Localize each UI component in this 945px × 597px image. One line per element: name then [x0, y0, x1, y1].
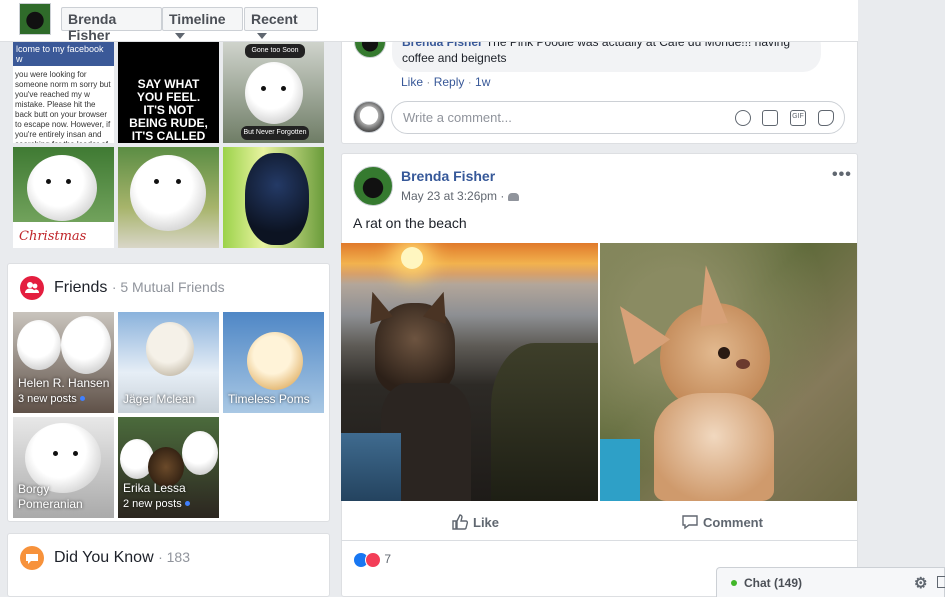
- photo-christmas-pom[interactable]: Christmas: [13, 147, 114, 248]
- pomeranian-image: [17, 320, 61, 370]
- online-status-dot: [731, 580, 737, 586]
- comment-label: Comment: [703, 515, 763, 530]
- speech-bubble-icon: [20, 546, 44, 570]
- photo-black-pom[interactable]: [223, 147, 324, 248]
- memorial-bottom-ribbon: But Never Forgotten: [241, 126, 309, 140]
- friend-tile[interactable]: Helen R. Hansen 3 new posts: [13, 312, 114, 413]
- photo-welcome[interactable]: lcome to my facebook w you were looking …: [13, 42, 114, 143]
- audience-friends-icon[interactable]: [507, 192, 519, 201]
- friend-new-posts: 3 new posts: [18, 393, 77, 405]
- friend-tile[interactable]: Timeless Poms: [223, 312, 324, 413]
- write-comment-input[interactable]: Write a comment... GIF: [391, 101, 845, 134]
- friend-name: Helen R. Hansen 3 new posts: [18, 376, 109, 407]
- photo-welcome-body: you were looking for someone norm m sorr…: [15, 70, 111, 143]
- post-text: A rat on the beach: [353, 215, 467, 231]
- friend-tile[interactable]: Jäger Mclean: [118, 312, 219, 413]
- friend-name-text: Jäger Mclean: [123, 392, 196, 406]
- gif-icon[interactable]: GIF: [790, 110, 806, 126]
- friend-name-text: Helen R. Hansen: [18, 376, 110, 390]
- chat-label: Chat (149): [744, 576, 803, 590]
- mutual-friends-count[interactable]: · 5 Mutual Friends: [112, 279, 225, 295]
- friend-tile[interactable]: Borgy Pomeranian: [13, 417, 114, 518]
- profile-sticky-header: Brenda Fisher Timeline Recent: [0, 0, 858, 43]
- profile-name-button[interactable]: Brenda Fisher: [61, 7, 162, 43]
- photo-white-pom[interactable]: [118, 147, 219, 248]
- like-label: Like: [473, 515, 500, 530]
- reaction-summary[interactable]: 7: [353, 552, 391, 568]
- post-options-icon[interactable]: •••: [832, 166, 852, 184]
- emoji-icon[interactable]: [735, 110, 751, 126]
- friend-name-text: Erika Lessa: [123, 481, 186, 495]
- chat-bar[interactable]: Chat (149) ⚙: [716, 567, 945, 597]
- pomeranian-image: [247, 332, 303, 390]
- post-author-avatar[interactable]: [353, 166, 393, 206]
- friend-tile[interactable]: Erika Lessa 2 new posts: [118, 417, 219, 518]
- profile-avatar[interactable]: [19, 3, 51, 35]
- gear-icon[interactable]: ⚙: [914, 574, 927, 592]
- comment-time[interactable]: 1w: [475, 75, 490, 89]
- photo-quote[interactable]: SAY WHAT YOU FEEL. IT'S NOT BEING RUDE, …: [118, 42, 219, 143]
- photo-welcome-bar: lcome to my facebook w: [13, 42, 114, 66]
- comment-button[interactable]: Comment: [681, 513, 763, 531]
- post-photo-beach[interactable]: [341, 243, 598, 501]
- recent-label: Recent: [251, 11, 298, 27]
- friend-name-text: Timeless Poms: [228, 392, 310, 406]
- new-posts-dot: [184, 501, 190, 507]
- comment-reply-link[interactable]: Reply: [434, 75, 465, 89]
- camera-icon[interactable]: [762, 110, 778, 126]
- post-meta: May 23 at 3:26pm ·: [401, 189, 519, 203]
- comment-icon: [682, 515, 698, 530]
- pomeranian-image: [245, 62, 303, 124]
- friend-name: Jäger Mclean: [123, 392, 195, 407]
- right-sidebar: [858, 0, 945, 597]
- friend-name: Erika Lessa 2 new posts: [123, 481, 190, 512]
- pomeranian-image: [146, 322, 194, 376]
- chevron-down-icon: [257, 33, 267, 40]
- new-window-icon[interactable]: [937, 576, 945, 588]
- post-actions: Like Comment: [341, 501, 857, 541]
- timeline-dropdown[interactable]: Timeline: [162, 7, 243, 40]
- pomeranian-image: [182, 431, 218, 475]
- did-you-know-card: Did You Know · 183: [7, 533, 330, 597]
- friend-new-posts: 2 new posts: [123, 498, 182, 510]
- did-you-know-count: · 183: [158, 549, 191, 565]
- did-you-know-title[interactable]: Did You Know: [54, 549, 154, 566]
- christmas-text: Christmas: [19, 229, 87, 244]
- post-photo-grass[interactable]: [600, 243, 857, 501]
- my-avatar: [353, 101, 385, 133]
- friend-name: Borgy Pomeranian: [18, 482, 114, 512]
- new-posts-dot: [79, 396, 85, 402]
- friends-title[interactable]: Friends: [54, 279, 107, 296]
- like-button[interactable]: Like: [451, 513, 499, 531]
- pomeranian-image: [27, 155, 97, 221]
- friend-name-text: Borgy Pomeranian: [18, 482, 83, 511]
- comment-like-link[interactable]: Like: [401, 75, 423, 89]
- comment-actions: Like · Reply · 1w: [401, 75, 491, 89]
- photo-memorial[interactable]: Gone too Soon But Never Forgotten: [223, 42, 324, 143]
- thumbs-up-icon: [452, 514, 469, 530]
- pomeranian-image: [130, 155, 206, 231]
- memorial-top-ribbon: Gone too Soon: [245, 44, 305, 58]
- write-comment-placeholder: Write a comment...: [403, 110, 512, 125]
- love-reaction-icon: [365, 552, 381, 568]
- pomeranian-image: [61, 316, 111, 374]
- friends-icon: [20, 276, 44, 300]
- post-author-name[interactable]: Brenda Fisher: [401, 168, 495, 184]
- chevron-down-icon: [175, 33, 185, 40]
- photo-quote-text: SAY WHAT YOU FEEL. IT'S NOT BEING RUDE, …: [129, 77, 208, 144]
- recent-dropdown[interactable]: Recent: [244, 7, 318, 40]
- sticker-icon[interactable]: [818, 110, 834, 126]
- timeline-label: Timeline: [169, 11, 226, 27]
- pomeranian-image: [245, 153, 309, 245]
- reaction-count: 7: [384, 552, 392, 567]
- post-timestamp[interactable]: May 23 at 3:26pm: [401, 189, 497, 203]
- friend-name: Timeless Poms: [228, 392, 310, 407]
